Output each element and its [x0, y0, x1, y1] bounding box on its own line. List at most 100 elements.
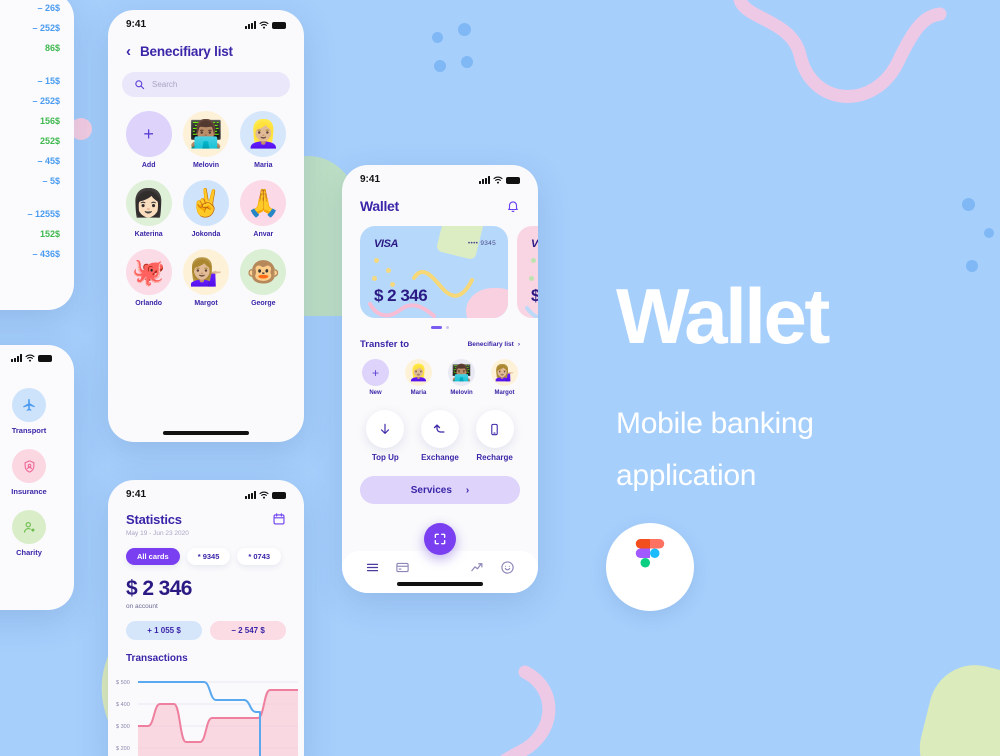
contact-name: Add [141, 162, 156, 169]
person-name: New [369, 390, 382, 396]
battery-icon [38, 355, 52, 362]
list-item[interactable]: 🙏 Anvar [237, 180, 290, 238]
card-decor-dot [374, 258, 379, 263]
page-title: Wallet [616, 272, 830, 360]
wifi-icon [25, 354, 35, 362]
y-tick-label: $ 500 [116, 680, 130, 686]
bottom-tab-bar[interactable] [342, 551, 538, 593]
contact-grid: + Add 👨🏽‍💻 Melovin 👱🏼‍♀️ Maria 👩🏻 Kateri… [108, 97, 304, 307]
phone-wallet: 9:41 Wallet VISA •••• 9345 $ 2 346 V $ T… [342, 165, 538, 593]
income-badge: + 1 055 $ [126, 621, 202, 640]
battery-icon [506, 176, 520, 184]
avatar: 🐵 [240, 249, 287, 295]
menu-icon[interactable] [365, 560, 380, 575]
transaction-amount: – 1255$ [27, 209, 60, 219]
list-item[interactable]: 💁🏼‍♀️ Margot [179, 249, 232, 307]
transaction-amount: – 15$ [37, 76, 60, 86]
list-item[interactable]: 🐙 Orlando [122, 249, 175, 307]
poster-canvas: – 26$ – 252$ 86$ – 15$ – 252$ 156$ 252$ … [0, 0, 1000, 756]
list-item[interactable]: 👩🏻 Katerina [122, 180, 175, 238]
pager-dot[interactable] [446, 326, 449, 329]
avatar: 👩🏻 [125, 180, 172, 226]
status-icons [479, 175, 520, 184]
deco-dot [962, 198, 975, 211]
scan-button[interactable] [424, 523, 456, 555]
filter-chip-0743[interactable]: * 0743 [237, 548, 282, 565]
phone-services-partial: Transport Insurance Charity [0, 345, 74, 610]
bank-card[interactable]: VISA $ 2 [517, 226, 538, 318]
airplane-icon [12, 388, 46, 422]
list-item[interactable]: + New [362, 359, 389, 396]
arrow-down-icon [366, 410, 405, 448]
transactions-chart: $ 500 $ 400 $ 300 $ 200 [108, 670, 304, 756]
action-top-up[interactable]: Top Up [366, 410, 405, 462]
card-filter-chips[interactable]: All cards * 9345 * 0743 [108, 537, 304, 565]
contact-name: Katerina [134, 231, 163, 238]
service-item-transport[interactable]: Transport [0, 388, 62, 435]
status-bar [0, 345, 74, 362]
avatar: 👨🏽‍💻 [448, 359, 475, 386]
action-exchange[interactable]: Exchange [420, 410, 459, 462]
transaction-amount: – 436$ [32, 249, 60, 259]
bell-icon[interactable] [506, 199, 520, 213]
action-recharge[interactable]: Recharge [475, 410, 514, 462]
transaction-amount: 252$ [39, 136, 60, 146]
signal-icon [245, 20, 256, 29]
avatar: 🙏 [240, 180, 287, 226]
transfer-people-row: + New 👱🏼‍♀️ Maria 👨🏽‍💻 Melovin 💁🏼‍♀️ Mar… [342, 350, 538, 396]
shield-icon [12, 449, 46, 483]
card-number-mask: •••• 9345 [467, 240, 496, 247]
page-title: Statistics [126, 512, 182, 527]
person-heart-icon [12, 510, 46, 544]
avatar: 👱🏼‍♀️ [405, 359, 432, 386]
list-item[interactable]: 💁🏼‍♀️ Margot [491, 359, 518, 396]
bank-card[interactable]: VISA •••• 9345 $ 2 346 [360, 226, 508, 318]
scan-icon [434, 533, 446, 545]
card-amount: $ 2 346 [374, 286, 428, 305]
expense-badge: − 2 547 $ [210, 621, 286, 640]
services-button[interactable]: Services › [360, 476, 520, 504]
list-item[interactable]: 👱🏼‍♀️ Maria [237, 111, 290, 169]
delta-row: + 1 055 $ − 2 547 $ [108, 610, 304, 640]
cards-carousel[interactable]: VISA •••• 9345 $ 2 346 VISA $ 2 [342, 214, 538, 318]
chevron-left-icon[interactable]: ‹ [126, 44, 131, 59]
contact-name: Margot [194, 300, 218, 307]
list-item[interactable]: 👨🏽‍💻 Melovin [179, 111, 232, 169]
transaction-amount: 156$ [39, 116, 60, 126]
list-separator [0, 191, 60, 204]
transaction-amount: – 252$ [32, 23, 60, 33]
link-label: Benecifiary list [467, 341, 514, 348]
action-label: Exchange [421, 453, 459, 462]
search-input[interactable]: Search [122, 72, 290, 97]
transaction-amount: 152$ [39, 229, 60, 239]
list-item[interactable]: 👱🏼‍♀️ Maria [405, 359, 432, 396]
beneficiary-list-link[interactable]: Benecifiary list › [468, 341, 520, 348]
deco-dot [458, 23, 471, 36]
contact-name: Jokonda [191, 231, 221, 238]
list-item[interactable]: + Add [122, 111, 175, 169]
service-item-charity[interactable]: Charity [0, 510, 62, 557]
list-item[interactable]: 👨🏽‍💻 Melovin [448, 359, 475, 396]
page-title: Benecifiary list [140, 44, 233, 59]
deco-dot [461, 56, 473, 68]
transaction-amount: – 5$ [42, 176, 60, 186]
card-brand: VISA [374, 238, 399, 250]
filter-chip-9345[interactable]: * 9345 [186, 548, 231, 565]
chart-icon[interactable] [470, 560, 485, 575]
calendar-icon[interactable] [272, 512, 286, 526]
smiley-icon[interactable] [500, 560, 515, 575]
deco-dot [434, 60, 446, 72]
service-item-insurance[interactable]: Insurance [0, 449, 62, 496]
search-placeholder: Search [152, 80, 178, 89]
list-item[interactable]: 🐵 George [237, 249, 290, 307]
balance-amount: $ 2 346 [126, 577, 192, 600]
filter-chip-all-cards[interactable]: All cards [126, 548, 180, 565]
service-label: Charity [16, 548, 42, 557]
pager-dot-active[interactable] [431, 326, 442, 329]
cards-icon[interactable] [395, 560, 410, 575]
wifi-icon [493, 176, 503, 184]
deco-dot [984, 228, 994, 238]
transaction-amount: – 252$ [32, 96, 60, 106]
avatar: 👨🏽‍💻 [182, 111, 229, 157]
list-item[interactable]: ✌️ Jokonda [179, 180, 232, 238]
